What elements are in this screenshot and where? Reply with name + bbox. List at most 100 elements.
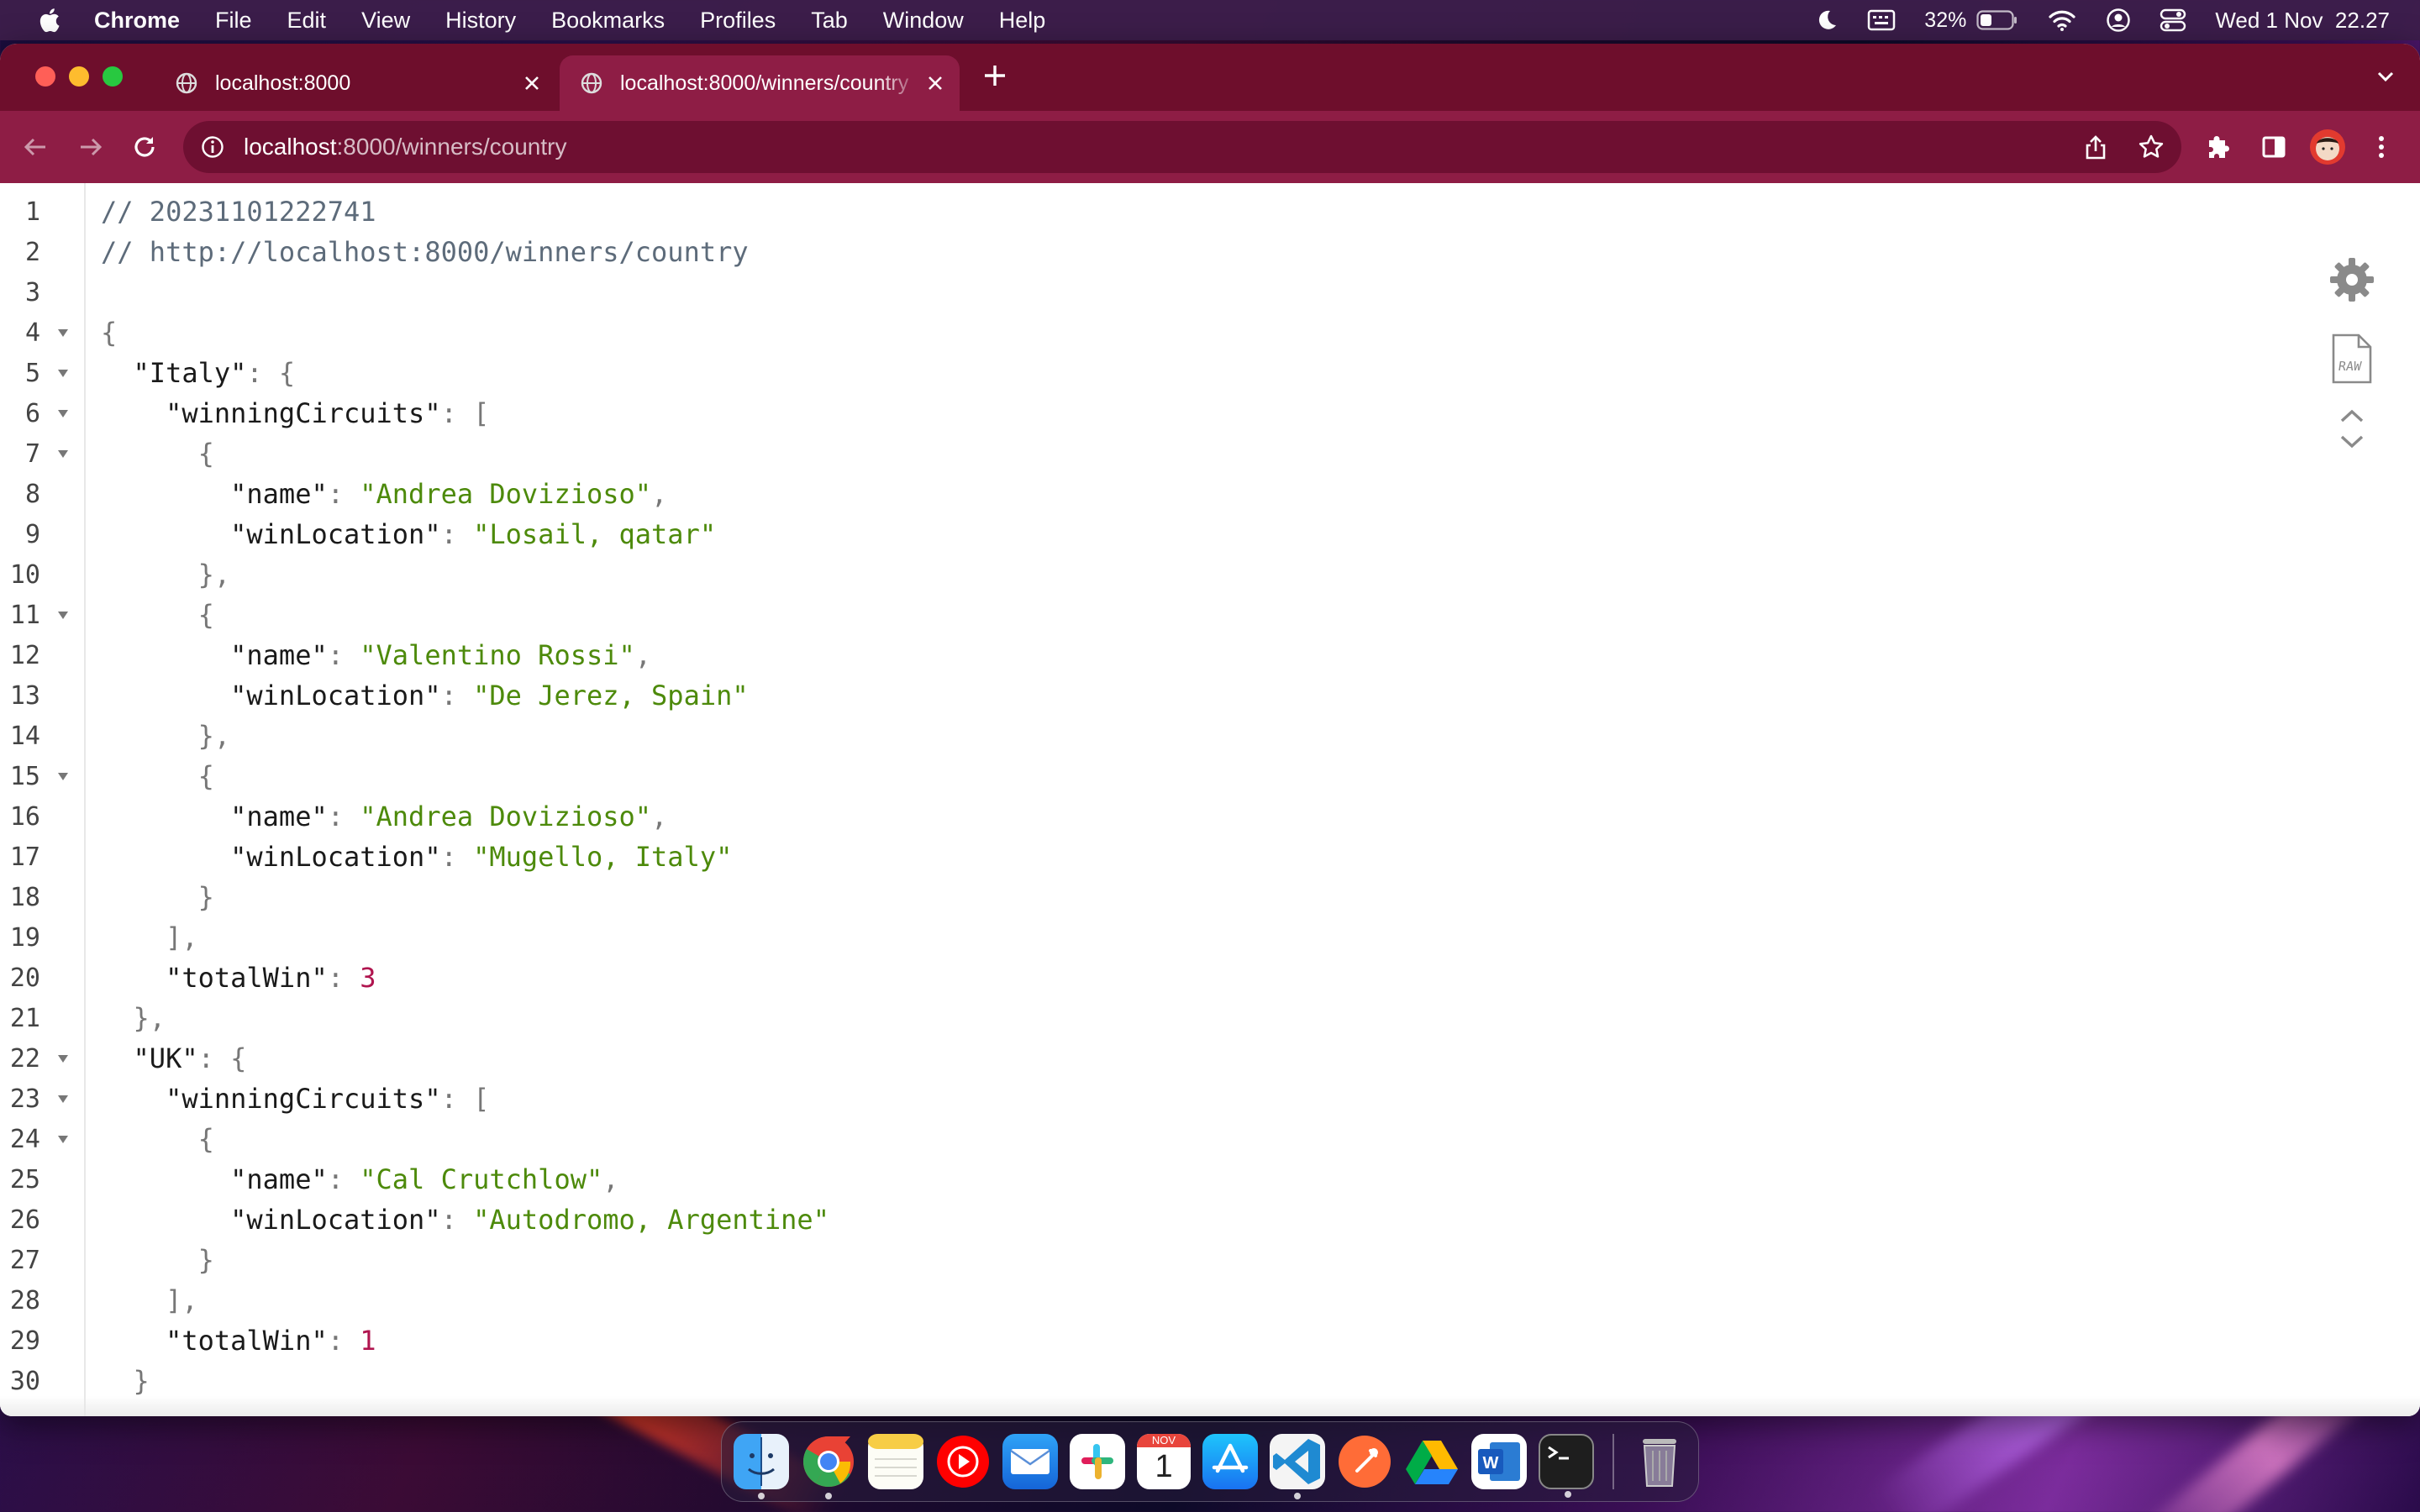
json-code: { bbox=[86, 599, 214, 631]
battery-icon[interactable] bbox=[1976, 9, 2018, 31]
line-number: 20 bbox=[9, 963, 40, 993]
user-account-icon[interactable] bbox=[2106, 8, 2131, 33]
close-tab-icon[interactable] bbox=[519, 71, 544, 96]
status-area: 32% Wed 1 Nov 22.27 bbox=[1815, 0, 2390, 40]
fold-toggle-icon[interactable] bbox=[40, 1053, 86, 1063]
url-text[interactable]: localhost:8000/winners/country bbox=[244, 134, 2082, 160]
tab-winners-country[interactable]: localhost:8000/winners/country bbox=[560, 55, 960, 111]
fold-toggle-icon[interactable] bbox=[40, 368, 86, 378]
json-punctuation: : [ bbox=[440, 397, 490, 429]
json-key: "winningCircuits" bbox=[166, 1083, 441, 1115]
chrome-menu-icon[interactable] bbox=[2366, 132, 2396, 162]
menu-app-chrome[interactable]: Chrome bbox=[94, 8, 180, 34]
json-key: "winningCircuits" bbox=[166, 397, 441, 429]
address-bar[interactable]: localhost:8000/winners/country bbox=[183, 121, 2181, 173]
reload-icon[interactable] bbox=[129, 132, 160, 162]
menu-history[interactable]: History bbox=[445, 8, 516, 34]
fold-toggle-icon[interactable] bbox=[40, 449, 86, 459]
collapse-up-chevron-icon[interactable] bbox=[2338, 407, 2365, 429]
raw-view-icon[interactable]: RAW bbox=[2330, 332, 2374, 390]
minimize-window-button[interactable] bbox=[69, 66, 89, 87]
input-source-icon[interactable] bbox=[1867, 9, 1896, 31]
share-icon[interactable] bbox=[2082, 134, 2109, 160]
running-indicator bbox=[1294, 1493, 1302, 1499]
json-comment: // 20231101222741 bbox=[101, 196, 376, 228]
line-number: 14 bbox=[9, 721, 40, 751]
dock-slack[interactable] bbox=[1070, 1434, 1125, 1489]
json-line: 22 "UK": { bbox=[0, 1038, 2286, 1079]
tab-search-chevron-icon[interactable] bbox=[2375, 66, 2396, 92]
json-code: // 20231101222741 bbox=[86, 196, 376, 228]
dock-trash[interactable] bbox=[1633, 1434, 1686, 1489]
fold-toggle-icon[interactable] bbox=[40, 408, 86, 418]
fold-toggle-icon[interactable] bbox=[40, 1134, 86, 1144]
json-string-value: "Andrea Dovizioso" bbox=[360, 478, 652, 510]
expand-down-chevron-icon[interactable] bbox=[2338, 433, 2365, 455]
menu-tab[interactable]: Tab bbox=[811, 8, 848, 34]
json-code: ], bbox=[86, 1284, 198, 1316]
menu-file[interactable]: File bbox=[215, 8, 252, 34]
json-punctuation: , bbox=[651, 478, 668, 510]
line-number: 1 bbox=[24, 197, 40, 227]
dock-terminal[interactable] bbox=[1539, 1434, 1595, 1498]
dock-google-drive[interactable] bbox=[1404, 1434, 1460, 1489]
dock-postman[interactable] bbox=[1337, 1434, 1392, 1489]
side-panel-icon[interactable] bbox=[2259, 132, 2289, 162]
dock-mail[interactable] bbox=[1002, 1434, 1058, 1489]
dock-notes[interactable] bbox=[868, 1434, 923, 1489]
close-tab-icon[interactable] bbox=[923, 71, 948, 96]
dock-youtube-music[interactable] bbox=[935, 1434, 991, 1489]
dock-word[interactable]: W bbox=[1471, 1434, 1528, 1489]
back-arrow-icon[interactable] bbox=[20, 132, 50, 162]
menu-edit[interactable]: Edit bbox=[287, 8, 327, 34]
wifi-icon[interactable] bbox=[2047, 8, 2077, 32]
tab-localhost[interactable]: localhost:8000 bbox=[155, 55, 556, 111]
fold-toggle-icon[interactable] bbox=[40, 771, 86, 781]
dock-chrome[interactable] bbox=[801, 1434, 856, 1499]
profile-avatar[interactable] bbox=[2309, 129, 2346, 165]
menu-bookmarks[interactable]: Bookmarks bbox=[551, 8, 665, 34]
menu-profiles[interactable]: Profiles bbox=[700, 8, 776, 34]
json-line: 17 "winLocation": "Mugello, Italy" bbox=[0, 837, 2286, 877]
line-number: 22 bbox=[9, 1043, 40, 1074]
dock-app-store[interactable] bbox=[1202, 1434, 1259, 1489]
json-code: } bbox=[86, 881, 214, 913]
fold-toggle-icon[interactable] bbox=[40, 328, 86, 338]
menu-window[interactable]: Window bbox=[883, 8, 964, 34]
extensions-puzzle-icon[interactable] bbox=[2205, 132, 2235, 162]
json-punctuation: : { bbox=[246, 357, 296, 389]
settings-gear-icon[interactable] bbox=[2328, 255, 2376, 308]
control-center-icon[interactable] bbox=[2160, 8, 2186, 32]
line-number: 30 bbox=[9, 1366, 40, 1396]
dock-vscode[interactable] bbox=[1270, 1434, 1326, 1499]
json-punctuation: : bbox=[327, 1325, 360, 1357]
new-tab-icon[interactable] bbox=[981, 62, 1008, 93]
json-string-value: "Andrea Dovizioso" bbox=[360, 801, 652, 832]
dock-finder[interactable] bbox=[734, 1434, 789, 1499]
menu-view[interactable]: View bbox=[361, 8, 410, 34]
json-punctuation: ], bbox=[166, 921, 198, 953]
json-punctuation: : { bbox=[197, 1042, 247, 1074]
url-path: :8000/winners/country bbox=[336, 134, 567, 160]
json-line: 7 { bbox=[0, 433, 2286, 474]
json-code: "UK": { bbox=[86, 1042, 247, 1074]
json-punctuation: } bbox=[197, 1244, 214, 1276]
json-punctuation: { bbox=[197, 760, 214, 792]
fold-toggle-icon[interactable] bbox=[40, 1094, 86, 1104]
site-info-icon[interactable] bbox=[200, 134, 225, 160]
apple-icon[interactable] bbox=[37, 7, 60, 34]
clock[interactable]: Wed 1 Nov 22.27 bbox=[2215, 8, 2390, 34]
forward-arrow-icon[interactable] bbox=[76, 132, 106, 162]
dock-calendar[interactable]: NOV 1 bbox=[1137, 1434, 1192, 1489]
focus-moon-icon[interactable] bbox=[1815, 8, 1839, 32]
json-code: // http://localhost:8000/winners/country bbox=[86, 236, 749, 268]
fold-toggle-icon[interactable] bbox=[40, 610, 86, 620]
zoom-window-button[interactable] bbox=[103, 66, 123, 87]
menu-help[interactable]: Help bbox=[999, 8, 1046, 34]
bookmark-star-icon[interactable] bbox=[2138, 134, 2165, 160]
json-code: "name": "Andrea Dovizioso", bbox=[86, 478, 667, 510]
close-window-button[interactable] bbox=[35, 66, 55, 87]
